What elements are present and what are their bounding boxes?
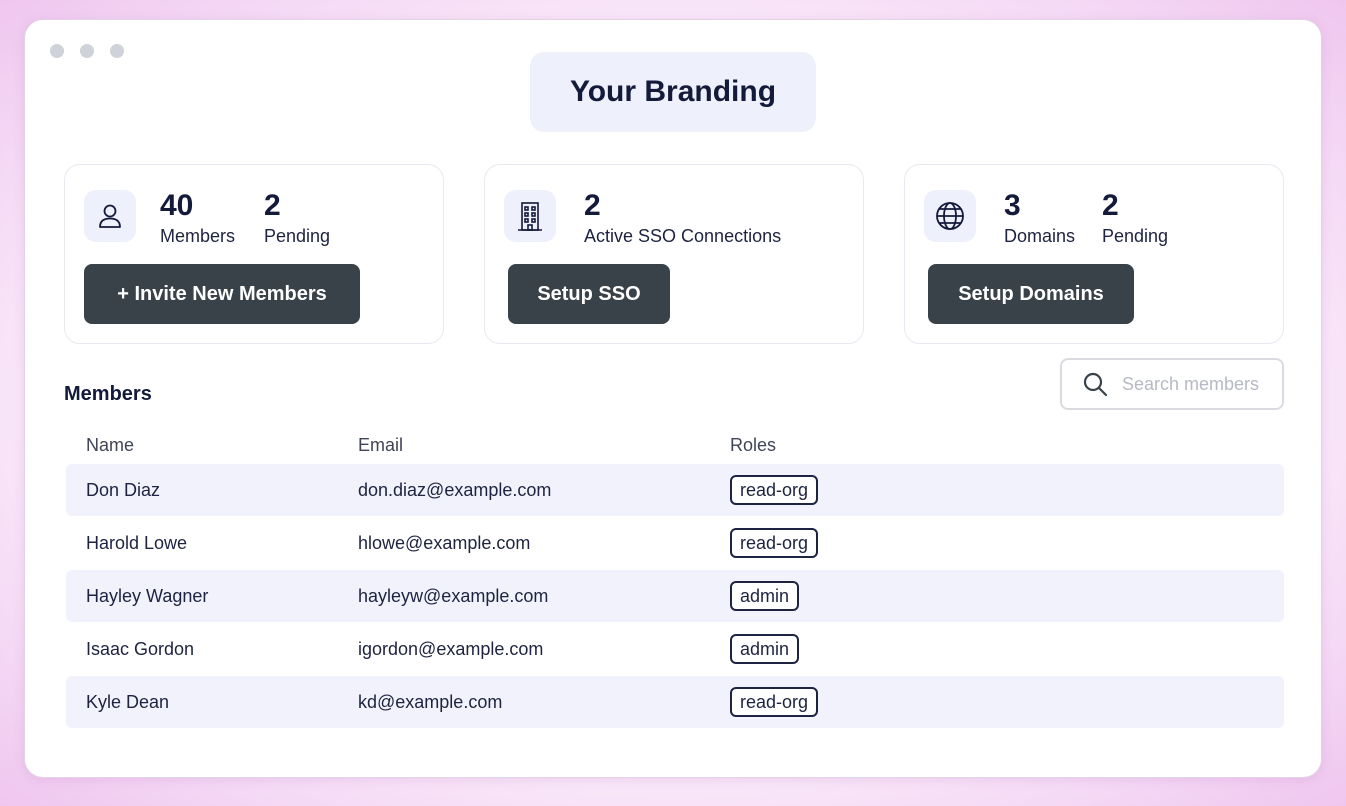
search-members-input[interactable]: [1122, 373, 1272, 395]
members-pending-stat: 2 Pending: [264, 189, 330, 247]
role-badge[interactable]: read-org: [730, 475, 819, 505]
sso-card: 2 Active SSO Connections Setup SSO: [484, 164, 864, 344]
member-email: hayleyw@example.com: [358, 585, 549, 606]
column-header-email[interactable]: Email: [358, 435, 403, 456]
members-pending-label: Pending: [264, 226, 331, 246]
branding-title: Your Branding: [530, 52, 816, 132]
member-name: Harold Lowe: [86, 532, 188, 553]
members-count: 40: [160, 189, 194, 222]
column-header-roles[interactable]: Roles: [730, 435, 776, 456]
sso-connections-count: 2: [584, 189, 601, 222]
members-pending-count: 2: [264, 189, 281, 222]
globe-icon: [924, 190, 976, 242]
table-row[interactable]: Kyle Dean kd@example.com read-org: [66, 676, 1284, 728]
member-name: Isaac Gordon: [86, 638, 195, 659]
member-email: hlowe@example.com: [358, 532, 531, 553]
members-card: 40 Members 2 Pending + Invite New Member…: [64, 164, 444, 344]
members-section-title: Members: [64, 383, 152, 405]
invite-members-button[interactable]: + Invite New Members: [84, 264, 360, 324]
member-name: Don Diaz: [86, 479, 161, 500]
table-row[interactable]: Don Diaz don.diaz@example.com read-org: [66, 464, 1284, 516]
table-row[interactable]: Hayley Wagner hayleyw@example.com admin: [66, 570, 1284, 622]
members-count-stat: 40 Members: [160, 189, 235, 247]
member-email: kd@example.com: [358, 691, 503, 712]
column-header-name[interactable]: Name: [86, 435, 134, 456]
domains-count: 3: [1004, 189, 1021, 222]
member-email: don.diaz@example.com: [358, 479, 552, 500]
domains-count-stat: 3 Domains: [1004, 189, 1075, 247]
member-name: Hayley Wagner: [86, 585, 209, 606]
window-dot-minimize[interactable]: [80, 44, 94, 58]
table-row[interactable]: Isaac Gordon igordon@example.com admin: [66, 623, 1284, 675]
domains-pending-label: Pending: [1102, 226, 1169, 246]
user-icon: [84, 190, 136, 242]
member-name: Kyle Dean: [86, 691, 170, 712]
window-dot-maximize[interactable]: [110, 44, 124, 58]
domains-pending-count: 2: [1102, 189, 1119, 222]
domains-pending-stat: 2 Pending: [1102, 189, 1168, 247]
search-icon: [1082, 370, 1110, 398]
members-count-label: Members: [160, 226, 236, 246]
role-badge[interactable]: read-org: [730, 687, 819, 717]
member-email: igordon@example.com: [358, 638, 544, 659]
app-window: Your Branding 40 Members 2 Pending + Inv…: [25, 20, 1321, 777]
search-box[interactable]: [1060, 358, 1284, 410]
table-row[interactable]: Harold Lowe hlowe@example.com read-org: [66, 517, 1284, 569]
role-badge[interactable]: admin: [730, 634, 800, 664]
role-badge[interactable]: admin: [730, 581, 800, 611]
setup-domains-button[interactable]: Setup Domains: [928, 264, 1134, 324]
domains-count-label: Domains: [1004, 226, 1076, 246]
sso-connections-label: Active SSO Connections: [584, 226, 782, 246]
role-badge[interactable]: read-org: [730, 528, 819, 558]
sso-connections-stat: 2 Active SSO Connections: [584, 189, 781, 247]
window-controls: [50, 44, 124, 58]
building-icon: [504, 190, 556, 242]
setup-sso-button[interactable]: Setup SSO: [508, 264, 670, 324]
window-dot-close[interactable]: [50, 44, 64, 58]
domains-card: 3 Domains 2 Pending Setup Domains: [904, 164, 1284, 344]
